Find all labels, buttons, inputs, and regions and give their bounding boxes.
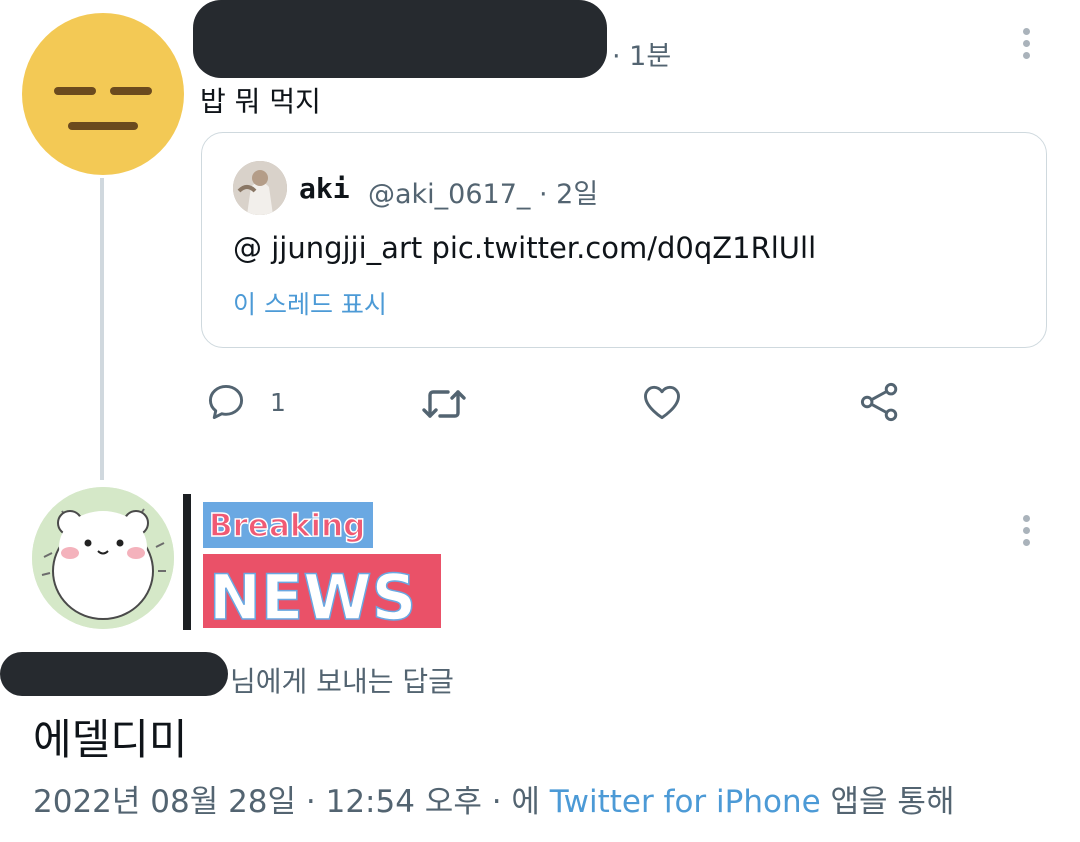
breaking-label: Breaking [209, 508, 365, 544]
quoted-author-name[interactable]: aki [299, 172, 350, 205]
thread-line [100, 178, 104, 480]
reply-count: 1 [270, 388, 286, 417]
tweet-metadata: 2022년 08월 28일 · 12:54 오후 · 에 Twitter for… [33, 776, 954, 821]
tweet-text: 에델디미 [33, 715, 188, 764]
bear-avatar-image [32, 487, 174, 629]
reply-icon[interactable] [204, 380, 248, 424]
quoted-author-handle[interactable]: @aki_0617_ · 2일 [368, 172, 598, 211]
quoted-avatar-image [233, 161, 287, 215]
tweet-time[interactable]: · 1분 [612, 34, 671, 73]
show-thread-link[interactable]: 이 스레드 표시 [233, 285, 387, 321]
avatar-eye-left [54, 87, 96, 95]
avatar[interactable] [22, 13, 184, 175]
avatar[interactable] [32, 487, 174, 629]
news-label: NEWS [209, 561, 416, 632]
quoted-avatar[interactable] [233, 161, 287, 215]
breaking-news-graphic: Breaking NEWS [183, 494, 441, 635]
timestamp[interactable]: 2022년 08월 28일 · 12:54 오후 · 에 [33, 784, 550, 820]
source-link[interactable]: Twitter for iPhone [550, 784, 821, 820]
redacted-username [193, 0, 607, 78]
like-icon[interactable] [640, 380, 684, 424]
share-icon[interactable] [858, 380, 902, 424]
more-options-icon[interactable] [1023, 515, 1031, 551]
source-suffix: 앱을 통해 [820, 784, 955, 820]
replying-to-label: 님에게 보내는 답글 [230, 665, 454, 698]
quoted-tweet-text: @ jjungjji_art pic.twitter.com/d0qZ1RlUl… [233, 231, 817, 265]
avatar-mouth [68, 122, 138, 130]
tweet-text: 밥 뭐 먹지 [200, 85, 321, 118]
avatar-eye-right [110, 87, 152, 95]
retweet-icon[interactable] [420, 382, 468, 426]
breaking-news-image[interactable]: Breaking NEWS [183, 494, 443, 635]
redacted-reply-target [0, 652, 228, 696]
more-options-icon[interactable] [1023, 28, 1031, 64]
